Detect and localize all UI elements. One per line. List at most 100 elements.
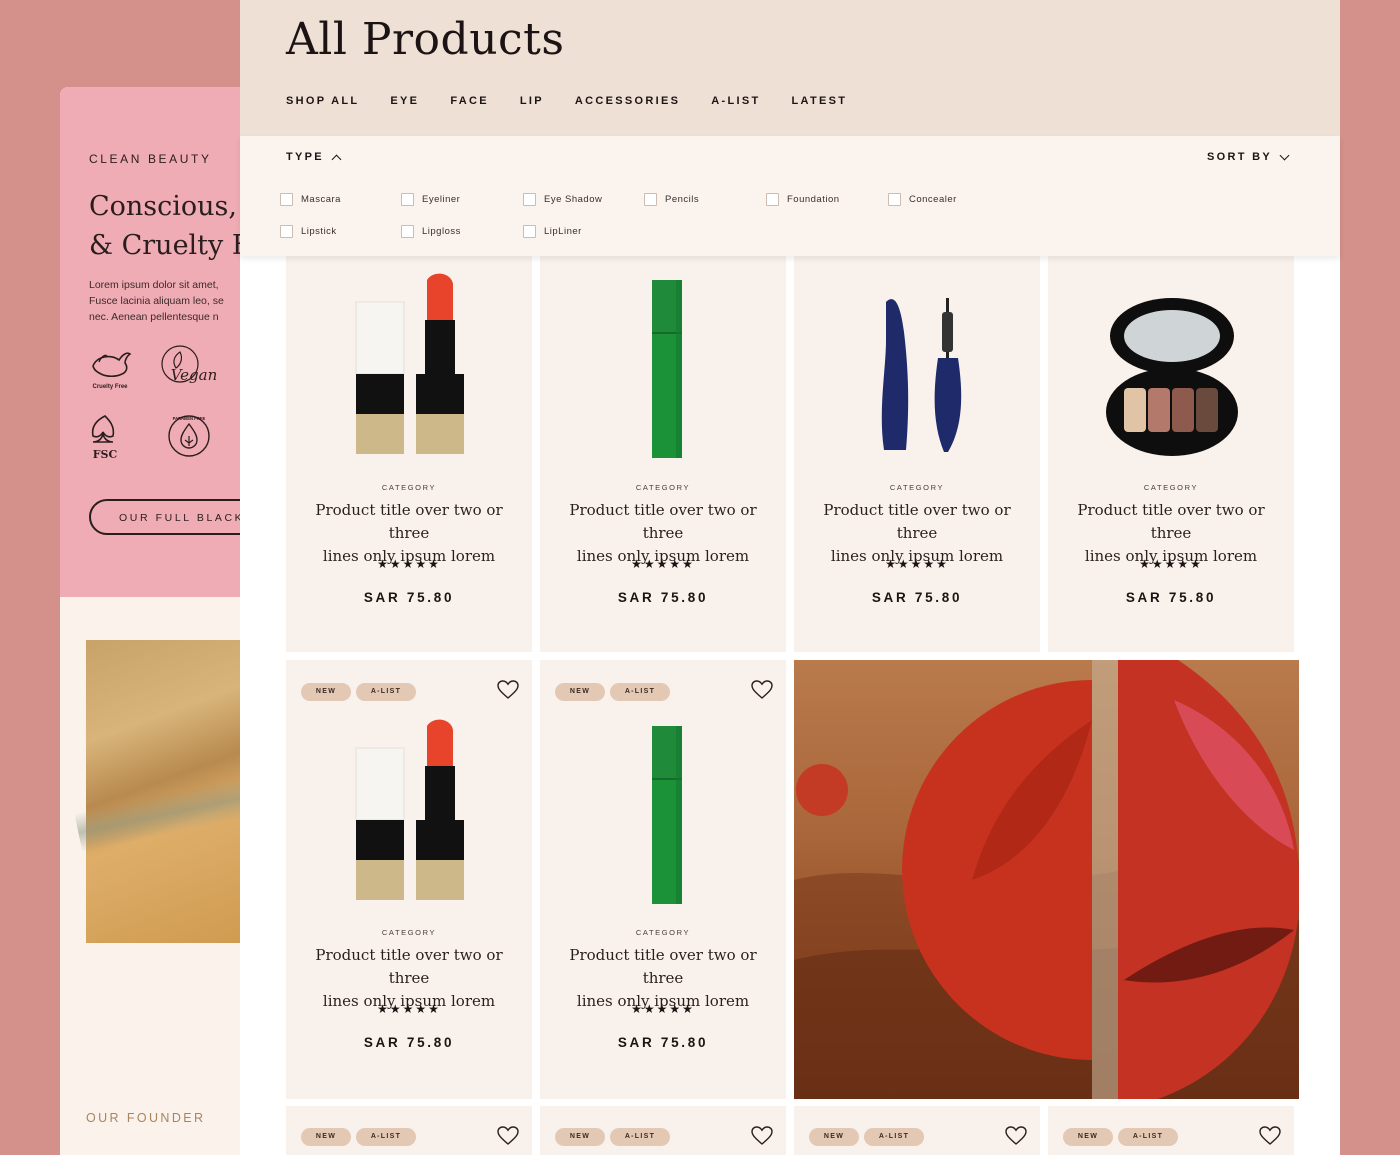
filter-option-lipgloss[interactable]: Lipgloss — [401, 225, 461, 238]
cruelty-free-icon: Cruelty Free — [85, 342, 135, 392]
desert-image — [74, 640, 260, 943]
desert-leaves-artwork — [794, 660, 1299, 1099]
chevron-down-icon — [1279, 150, 1290, 161]
page-header: All Products SHOP ALL EYE FACE LIP ACCES… — [240, 0, 1340, 136]
tag-new: NEW — [301, 683, 351, 701]
tag-a-list: A-LIST — [864, 1128, 924, 1146]
checkbox[interactable] — [280, 193, 293, 206]
vegan-icon: Vegan — [160, 342, 217, 392]
badge-fsc-text: FSC — [93, 448, 118, 461]
clean-beauty-eyebrow: CLEAN BEAUTY — [89, 152, 212, 166]
tag-a-list: A-LIST — [1118, 1128, 1178, 1146]
product-card[interactable]: NEW A-LIST — [1048, 1106, 1294, 1155]
eyeshadow-palette-image — [1106, 298, 1238, 456]
product-price: SAR 75.80 — [617, 1035, 709, 1050]
checkbox[interactable] — [644, 193, 657, 206]
product-card[interactable]: CATEGORY Product title over two or three… — [286, 256, 532, 652]
nav-shop-all[interactable]: SHOP ALL — [286, 95, 359, 107]
checkbox[interactable] — [888, 193, 901, 206]
green-tube-image — [652, 726, 682, 904]
tag-a-list: A-LIST — [610, 683, 670, 701]
checkbox[interactable] — [766, 193, 779, 206]
filter-option-eye-shadow[interactable]: Eye Shadow — [523, 193, 602, 206]
tag-new: NEW — [555, 683, 605, 701]
nav-lip[interactable]: LIP — [520, 95, 544, 107]
product-card[interactable]: NEW A-LIST CATEGORY Product title over t… — [286, 660, 532, 1099]
product-card[interactable]: CATEGORY Product title over two or three… — [1048, 256, 1294, 652]
nav-accessories[interactable]: ACCESSORIES — [575, 95, 680, 107]
tag-new: NEW — [1063, 1128, 1113, 1146]
nav-face[interactable]: FACE — [450, 95, 489, 107]
filter-option-label: LipLiner — [544, 226, 582, 237]
filter-option-label: Foundation — [787, 194, 840, 205]
nav-a-list[interactable]: A-LIST — [711, 95, 760, 107]
rating-stars: ★★★★★ — [885, 557, 949, 571]
product-price: SAR 75.80 — [363, 1035, 455, 1050]
heart-icon[interactable] — [497, 680, 519, 700]
heart-icon[interactable] — [497, 1126, 519, 1146]
nav-eye[interactable]: EYE — [390, 95, 419, 107]
filter-bar: TYPE SORT BY Mascara Eyeliner Eye Shadow… — [240, 136, 1340, 256]
sort-by-dropdown[interactable]: SORT BY — [1207, 150, 1290, 163]
heart-icon[interactable] — [1005, 1126, 1027, 1146]
chevron-up-icon — [331, 154, 342, 164]
mascara-image — [881, 298, 962, 452]
tag-a-list: A-LIST — [610, 1128, 670, 1146]
clean-beauty-body: Lorem ipsum dolor sit amet, Fusce lacini… — [89, 279, 224, 323]
product-category: CATEGORY — [635, 928, 691, 937]
product-category: CATEGORY — [889, 483, 945, 492]
filter-option-label: Eye Shadow — [544, 194, 603, 205]
filter-option-pencils[interactable]: Pencils — [644, 193, 699, 206]
badge-vegan-text: Vegan — [171, 366, 216, 384]
heart-icon[interactable] — [751, 1126, 773, 1146]
product-card[interactable]: CATEGORY Product title over two or three… — [794, 256, 1040, 652]
paraben-free-icon: PARABEN FREE — [166, 412, 212, 462]
product-card[interactable]: NEW A-LIST — [540, 1106, 786, 1155]
heart-icon[interactable] — [751, 680, 773, 700]
rating-stars: ★★★★★ — [631, 557, 695, 571]
filter-option-label: Mascara — [301, 194, 341, 205]
checkbox[interactable] — [523, 193, 536, 206]
our-founder-label: OUR FOUNDER — [86, 1111, 206, 1125]
product-card[interactable]: NEW A-LIST — [286, 1106, 532, 1155]
nav-latest[interactable]: LATEST — [792, 95, 848, 107]
checkbox[interactable] — [280, 225, 293, 238]
product-price: SAR 75.80 — [1125, 590, 1217, 605]
product-card[interactable]: NEW A-LIST — [794, 1106, 1040, 1155]
filter-option-label: Lipstick — [301, 226, 337, 237]
type-filter-toggle[interactable]: TYPE — [286, 151, 342, 164]
sort-by-label: SORT BY — [1207, 151, 1272, 163]
filter-option-concealer[interactable]: Concealer — [888, 193, 957, 206]
heart-icon[interactable] — [1259, 1126, 1281, 1146]
badge-cruelty-free-text: Cruelty Free — [92, 384, 128, 390]
rating-stars: ★★★★★ — [631, 1002, 695, 1016]
checkbox[interactable] — [401, 225, 414, 238]
filter-option-lipstick[interactable]: Lipstick — [280, 225, 337, 238]
tag-a-list: A-LIST — [356, 683, 416, 701]
our-full-blacklist-button[interactable]: OUR FULL BLACKLI — [89, 499, 260, 535]
editorial-desert-image[interactable] — [794, 660, 1299, 1099]
product-category: CATEGORY — [381, 483, 437, 492]
tag-new: NEW — [555, 1128, 605, 1146]
checkbox[interactable] — [401, 193, 414, 206]
type-filter-label: TYPE — [286, 151, 324, 163]
product-price: SAR 75.80 — [871, 590, 963, 605]
tag-a-list: A-LIST — [356, 1128, 416, 1146]
back-panel: CLEAN BEAUTY Conscious, & Cruelty Fr Lor… — [60, 87, 260, 1155]
all-products-panel: All Products SHOP ALL EYE FACE LIP ACCES… — [240, 0, 1340, 1155]
checkbox[interactable] — [523, 225, 536, 238]
rating-stars: ★★★★★ — [377, 1002, 441, 1016]
filter-option-foundation[interactable]: Foundation — [766, 193, 840, 206]
filter-option-mascara[interactable]: Mascara — [280, 193, 341, 206]
filter-option-lipliner[interactable]: LipLiner — [523, 225, 582, 238]
tag-new: NEW — [301, 1128, 351, 1146]
product-card[interactable]: NEW A-LIST CATEGORY Product title over t… — [540, 660, 786, 1099]
clean-beauty-headline: Conscious, & Cruelty Fr — [89, 187, 260, 265]
product-card[interactable]: CATEGORY Product title over two or three… — [540, 256, 786, 652]
product-price: SAR 75.80 — [363, 590, 455, 605]
headline-line-1: Conscious, — [89, 191, 237, 222]
filter-option-eyeliner[interactable]: Eyeliner — [401, 193, 460, 206]
lipstick-image — [355, 273, 464, 454]
headline-line-2: & Cruelty Fr — [89, 230, 260, 261]
filter-option-label: Lipgloss — [422, 226, 461, 237]
